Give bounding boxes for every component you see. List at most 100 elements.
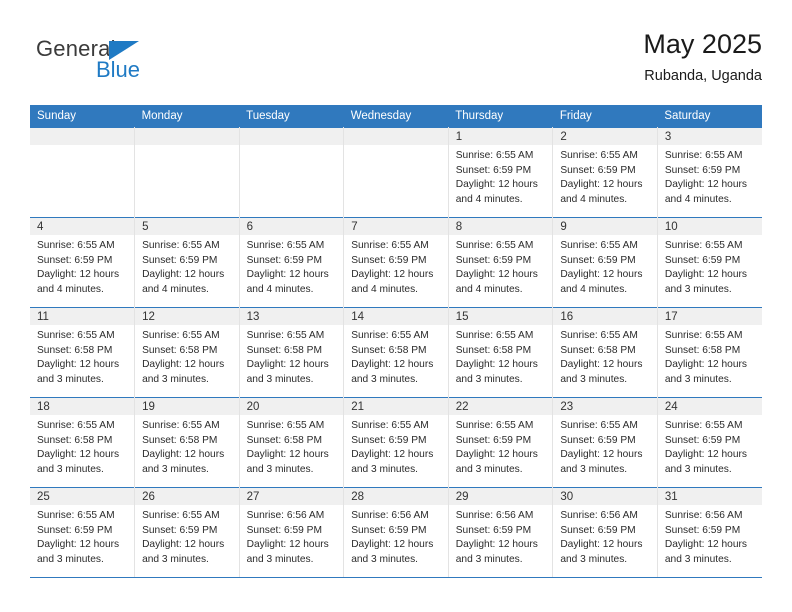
day-number: 6 xyxy=(239,218,344,235)
day-number: 7 xyxy=(344,218,448,235)
daylight-duration-line2: and 3 minutes. xyxy=(142,553,209,565)
day-number: 30 xyxy=(553,488,657,505)
daylight-duration-line2: and 4 minutes. xyxy=(37,283,104,295)
calendar-day-cell[interactable]: 6 Sunrise: 6:55 AM Sunset: 6:59 PM Daylight… xyxy=(239,217,345,308)
sunrise-time: Sunrise: 6:55 AM xyxy=(560,240,638,251)
daylight-duration-line1: Daylight: 12 hours xyxy=(664,359,747,371)
day-details: Sunrise: 6:55 AM Sunset: 6:59 PM Daylight:… xyxy=(135,235,239,297)
calendar-day-cell[interactable]: 28 Sunrise: 6:56 AM Sunset: 6:59 PM Dayligh… xyxy=(343,487,449,578)
day-details: Sunrise: 6:55 AM Sunset: 6:59 PM Daylight:… xyxy=(30,505,134,567)
day-number: 19 xyxy=(135,398,239,415)
daylight-duration-line2: and 3 minutes. xyxy=(142,463,209,475)
calendar-day-cell[interactable]: 16 Sunrise: 6:55 AM Sunset: 6:58 PM Dayligh… xyxy=(552,307,658,398)
day-number: 9 xyxy=(553,218,657,235)
daylight-duration-line2: and 3 minutes. xyxy=(246,553,314,565)
day-details: Sunrise: 6:56 AM Sunset: 6:59 PM Daylight:… xyxy=(553,505,657,567)
daylight-duration-line2: and 4 minutes. xyxy=(455,193,523,205)
daylight-duration-line1: Daylight: 12 hours xyxy=(37,449,120,461)
sunset-time: Sunset: 6:58 PM xyxy=(246,434,322,446)
calendar-day-cell[interactable]: 13 Sunrise: 6:55 AM Sunset: 6:58 PM Dayligh… xyxy=(239,307,345,398)
day-details: Sunrise: 6:55 AM Sunset: 6:59 PM Daylight:… xyxy=(553,235,657,297)
calendar-day-cell[interactable]: 7 Sunrise: 6:55 AM Sunset: 6:59 PM Daylight… xyxy=(343,217,449,308)
calendar-day-cell[interactable]: 14 Sunrise: 6:55 AM Sunset: 6:58 PM Dayligh… xyxy=(343,307,449,398)
day-number: 4 xyxy=(30,218,135,235)
daylight-duration-line1: Daylight: 12 hours xyxy=(351,449,434,461)
sunrise-time: Sunrise: 6:55 AM xyxy=(142,330,220,341)
sunrise-time: Sunrise: 6:55 AM xyxy=(455,150,534,161)
calendar-day-cell[interactable]: 15 Sunrise: 6:55 AM Sunset: 6:58 PM Dayligh… xyxy=(448,307,554,398)
sunrise-time: Sunrise: 6:55 AM xyxy=(351,240,429,251)
calendar-day-cell[interactable]: 8 Sunrise: 6:55 AM Sunset: 6:59 PM Daylight… xyxy=(448,217,554,308)
weekday-header-sunday: Sunday xyxy=(30,105,135,128)
daylight-duration-line2: and 4 minutes. xyxy=(455,283,523,295)
calendar-week-row: 4 Sunrise: 6:55 AM Sunset: 6:59 PM Daylight… xyxy=(30,217,762,308)
calendar-day-cell[interactable]: 30 Sunrise: 6:56 AM Sunset: 6:59 PM Dayligh… xyxy=(552,487,658,578)
daylight-duration-line2: and 4 minutes. xyxy=(560,193,628,205)
sunrise-time: Sunrise: 6:55 AM xyxy=(664,330,743,341)
sunrise-time: Sunrise: 6:55 AM xyxy=(142,420,220,431)
day-details: Sunrise: 6:55 AM Sunset: 6:59 PM Daylight:… xyxy=(658,145,762,207)
daylight-duration-line2: and 3 minutes. xyxy=(455,373,523,385)
day-details: Sunrise: 6:55 AM Sunset: 6:58 PM Daylight:… xyxy=(30,415,134,477)
sunset-time: Sunset: 6:58 PM xyxy=(664,344,741,356)
daylight-duration-line1: Daylight: 12 hours xyxy=(664,449,747,461)
daylight-duration-line1: Daylight: 12 hours xyxy=(351,359,434,371)
daylight-duration-line1: Daylight: 12 hours xyxy=(560,539,643,551)
daylight-duration-line2: and 4 minutes. xyxy=(142,283,209,295)
daylight-duration-line1: Daylight: 12 hours xyxy=(37,359,120,371)
sunrise-time: Sunrise: 6:55 AM xyxy=(560,420,638,431)
day-details: Sunrise: 6:56 AM Sunset: 6:59 PM Daylight:… xyxy=(658,505,762,567)
sunset-time: Sunset: 6:59 PM xyxy=(455,434,532,446)
sunset-time: Sunset: 6:59 PM xyxy=(351,254,427,266)
calendar-day-cell[interactable]: 3 Sunrise: 6:55 AM Sunset: 6:59 PM Daylight… xyxy=(657,127,762,218)
sunrise-time: Sunrise: 6:55 AM xyxy=(37,510,115,521)
calendar-body: 1 Sunrise: 6:55 AM Sunset: 6:59 PM Daylight… xyxy=(30,127,762,578)
calendar-day-cell[interactable]: 1 Sunrise: 6:55 AM Sunset: 6:59 PM Daylight… xyxy=(448,127,554,218)
calendar-day-cell[interactable]: 31 Sunrise: 6:56 AM Sunset: 6:59 PM Dayligh… xyxy=(657,487,762,578)
page-header: General Blue May 2025 Rubanda, Uganda xyxy=(30,29,762,100)
sunset-time: Sunset: 6:59 PM xyxy=(351,524,427,536)
calendar-day-cell[interactable]: 18 Sunrise: 6:55 AM Sunset: 6:58 PM Dayligh… xyxy=(30,397,136,488)
calendar-page: General Blue May 2025 Rubanda, Uganda Su… xyxy=(0,0,792,612)
daylight-duration-line2: and 3 minutes. xyxy=(37,373,104,385)
calendar-day-cell[interactable]: 22 Sunrise: 6:55 AM Sunset: 6:59 PM Dayligh… xyxy=(448,397,554,488)
calendar-day-cell[interactable]: 4 Sunrise: 6:55 AM Sunset: 6:59 PM Daylight… xyxy=(30,217,136,308)
calendar-day-cell[interactable]: 19 Sunrise: 6:55 AM Sunset: 6:58 PM Dayligh… xyxy=(134,397,240,488)
day-number: 12 xyxy=(135,308,239,325)
calendar-day-cell[interactable]: 21 Sunrise: 6:55 AM Sunset: 6:59 PM Dayligh… xyxy=(343,397,449,488)
calendar-day-cell[interactable]: 20 Sunrise: 6:55 AM Sunset: 6:58 PM Dayligh… xyxy=(239,397,345,488)
day-number: 21 xyxy=(344,398,448,415)
calendar-day-cell[interactable]: 9 Sunrise: 6:55 AM Sunset: 6:59 PM Daylight… xyxy=(552,217,658,308)
sunset-time: Sunset: 6:58 PM xyxy=(37,344,113,356)
calendar-day-cell[interactable]: 29 Sunrise: 6:56 AM Sunset: 6:59 PM Dayligh… xyxy=(448,487,554,578)
day-number: 13 xyxy=(239,308,344,325)
sunset-time: Sunset: 6:58 PM xyxy=(560,344,636,356)
calendar-week-row: 25 Sunrise: 6:55 AM Sunset: 6:59 PM Dayligh… xyxy=(30,487,762,578)
weekday-header-saturday: Saturday xyxy=(657,105,762,128)
sunrise-time: Sunrise: 6:56 AM xyxy=(246,510,325,521)
calendar-day-cell[interactable]: 11 Sunrise: 6:55 AM Sunset: 6:58 PM Dayligh… xyxy=(30,307,136,398)
calendar-day-cell[interactable]: 24 Sunrise: 6:55 AM Sunset: 6:59 PM Dayligh… xyxy=(657,397,762,488)
sunset-time: Sunset: 6:58 PM xyxy=(37,434,113,446)
day-number: 28 xyxy=(344,488,448,505)
sunrise-time: Sunrise: 6:55 AM xyxy=(37,420,115,431)
calendar-day-cell[interactable]: 26 Sunrise: 6:55 AM Sunset: 6:59 PM Dayligh… xyxy=(134,487,240,578)
sunrise-time: Sunrise: 6:55 AM xyxy=(37,240,115,251)
calendar-day-cell[interactable]: 2 Sunrise: 6:55 AM Sunset: 6:59 PM Daylight… xyxy=(552,127,658,218)
calendar-day-cell[interactable]: 23 Sunrise: 6:55 AM Sunset: 6:59 PM Dayligh… xyxy=(552,397,658,488)
day-number: 15 xyxy=(448,308,553,325)
day-number: 11 xyxy=(30,308,135,325)
daylight-duration-line2: and 3 minutes. xyxy=(351,463,419,475)
calendar-day-cell[interactable]: 25 Sunrise: 6:55 AM Sunset: 6:59 PM Dayligh… xyxy=(30,487,136,578)
calendar-day-cell[interactable]: 5 Sunrise: 6:55 AM Sunset: 6:59 PM Daylight… xyxy=(134,217,240,308)
calendar-day-cell[interactable]: 17 Sunrise: 6:55 AM Sunset: 6:58 PM Dayligh… xyxy=(657,307,762,398)
day-details: Sunrise: 6:55 AM Sunset: 6:58 PM Daylight:… xyxy=(240,325,344,387)
calendar-day-cell[interactable]: 10 Sunrise: 6:55 AM Sunset: 6:59 PM Dayligh… xyxy=(657,217,762,308)
brand-logo[interactable]: General Blue xyxy=(36,38,266,98)
daylight-duration-line2: and 3 minutes. xyxy=(560,553,628,565)
sunrise-time: Sunrise: 6:56 AM xyxy=(351,510,429,521)
calendar-day-cell[interactable]: 12 Sunrise: 6:55 AM Sunset: 6:58 PM Dayligh… xyxy=(134,307,240,398)
calendar-day-cell[interactable]: 27 Sunrise: 6:56 AM Sunset: 6:59 PM Dayligh… xyxy=(239,487,345,578)
day-details: Sunrise: 6:55 AM Sunset: 6:58 PM Daylight:… xyxy=(135,415,239,477)
sunrise-time: Sunrise: 6:55 AM xyxy=(142,240,220,251)
